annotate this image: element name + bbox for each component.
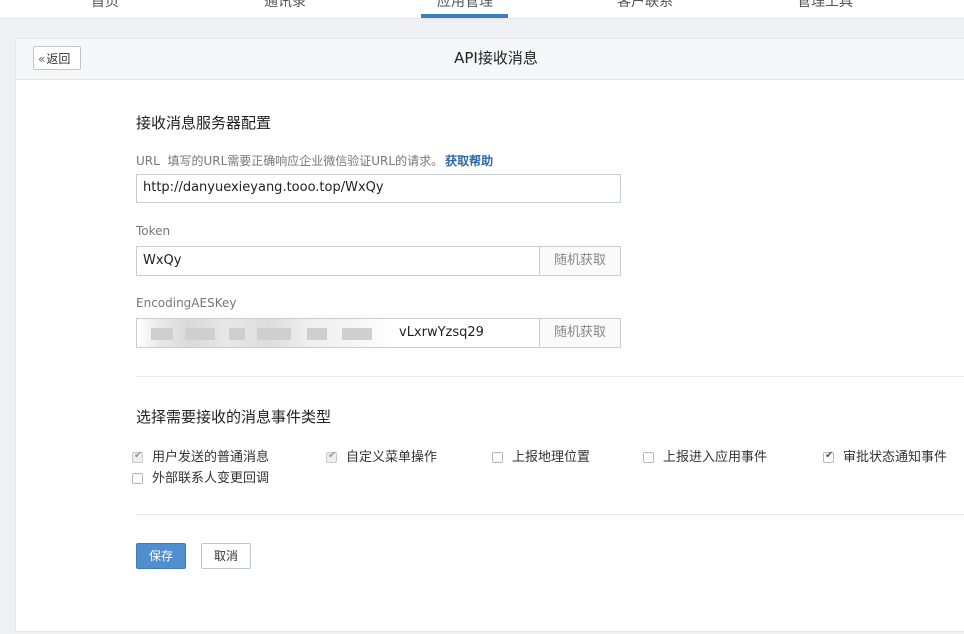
checkbox-report-location[interactable]: 上报地理位置 — [492, 446, 590, 465]
checkbox-approval-status[interactable]: ✔ 审批状态通知事件 — [823, 446, 947, 465]
aes-key-label: EncodingAESKey — [136, 296, 237, 310]
back-button[interactable]: «返回 — [33, 46, 81, 70]
back-label: 返回 — [46, 52, 71, 66]
cancel-button[interactable]: 取消 — [201, 543, 251, 569]
checkbox-external-contact[interactable]: 外部联系人变更回调 — [132, 467, 269, 486]
url-input[interactable]: http://danyuexieyang.tooo.top/WxQy — [136, 174, 621, 203]
token-label: Token — [136, 224, 171, 238]
section-divider — [136, 376, 964, 377]
tab-app-management[interactable]: 应用管理 — [405, 0, 525, 11]
redaction-blur — [137, 319, 397, 347]
help-link[interactable]: 获取帮助 — [445, 154, 493, 168]
url-hint: 填写的URL需要正确响应企业微信验证URL的请求。 — [167, 154, 444, 168]
save-button[interactable]: 保存 — [136, 543, 186, 569]
checkbox-label: 上报地理位置 — [512, 450, 591, 465]
checkbox-custom-menu[interactable]: ✔ 自定义菜单操作 — [326, 446, 437, 465]
checkbox-box — [492, 452, 503, 463]
active-tab-indicator — [421, 14, 508, 18]
checkbox-box: ✔ — [823, 450, 834, 463]
aes-key-random-button[interactable]: 随机获取 — [539, 318, 621, 348]
checkbox-label: 自定义菜单操作 — [346, 450, 438, 465]
tab-contacts[interactable]: 通讯录 — [225, 0, 345, 11]
double-chevron-left-icon: « — [38, 52, 46, 66]
card-header: «返回 API接收消息 — [16, 39, 964, 80]
checkbox-user-message[interactable]: ✔ 用户发送的普通消息 — [132, 446, 269, 465]
check-icon: ✔ — [328, 450, 337, 461]
aes-key-visible-value: vLxrwYzsq29 — [399, 325, 484, 340]
checkbox-box — [643, 452, 654, 463]
actions-divider — [136, 514, 964, 515]
tab-home[interactable]: 首页 — [45, 0, 165, 11]
checkbox-label: 上报进入应用事件 — [663, 450, 768, 465]
checkbox-label: 审批状态通知事件 — [843, 450, 948, 465]
checkbox-label: 用户发送的普通消息 — [152, 450, 270, 465]
checkbox-box — [132, 473, 143, 484]
tab-customer-contact[interactable]: 客户联系 — [585, 0, 705, 11]
checkbox-box: ✔ — [132, 450, 143, 463]
token-random-button[interactable]: 随机获取 — [539, 246, 621, 276]
tab-management-tools[interactable]: 管理工具 — [765, 0, 885, 11]
token-input[interactable]: WxQy — [136, 246, 540, 276]
checkbox-label: 外部联系人变更回调 — [152, 471, 270, 486]
top-nav: 首页 通讯录 应用管理 客户联系 管理工具 — [0, 0, 964, 19]
aes-key-input[interactable]: vLxrwYzsq29 — [136, 318, 540, 348]
page-title: API接收消息 — [454, 49, 538, 67]
url-label-row: URL 填写的URL需要正确响应企业微信验证URL的请求。 获取帮助 — [136, 152, 493, 169]
checkbox-enter-app[interactable]: 上报进入应用事件 — [643, 446, 767, 465]
server-config-title: 接收消息服务器配置 — [136, 114, 272, 132]
url-label: URL — [136, 154, 160, 168]
check-icon: ✔ — [825, 450, 834, 461]
check-icon: ✔ — [134, 450, 143, 461]
checkbox-box: ✔ — [326, 450, 337, 463]
events-title: 选择需要接收的消息事件类型 — [136, 408, 332, 426]
api-receive-card: «返回 API接收消息 接收消息服务器配置 URL 填写的URL需要正确响应企业… — [15, 38, 964, 632]
